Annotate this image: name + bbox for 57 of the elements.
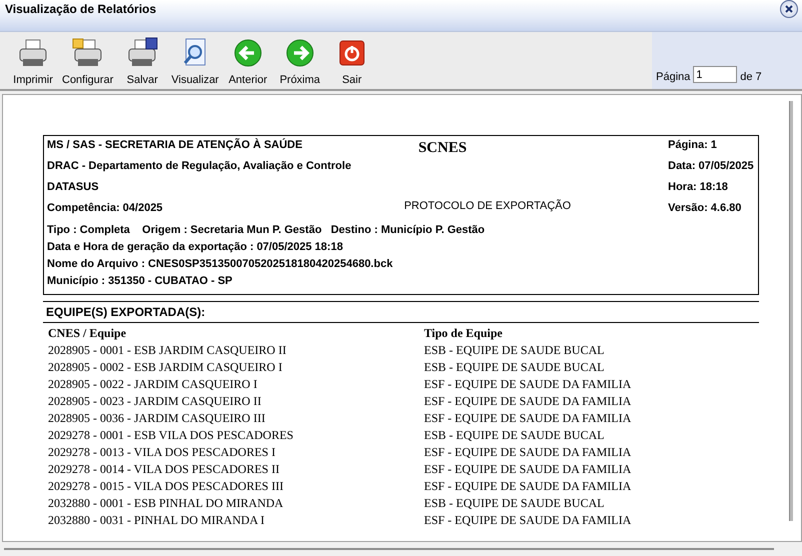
close-icon bbox=[785, 5, 793, 13]
table-cell-text: 2028905 - 0023 - JARDIM CASQUEIRO II bbox=[48, 393, 262, 410]
table-cell-text: ESF - EQUIPE DE SAUDE DA FAMILIA bbox=[424, 444, 632, 461]
page-label: Página bbox=[656, 71, 690, 83]
printer-disk-icon bbox=[126, 37, 158, 69]
printer-icon bbox=[17, 37, 49, 69]
toolbar-button[interactable]: Anterior bbox=[222, 37, 274, 89]
column-header: CNES / Equipe bbox=[48, 325, 128, 342]
table-cell-text: 2028905 - 0036 - JARDIM CASQUEIRO III bbox=[48, 410, 266, 427]
page-number-field[interactable]: 1 bbox=[693, 66, 738, 83]
header-text: Data: 07/05/2025 bbox=[668, 159, 754, 174]
header-text: Versão: 4.6.80 bbox=[668, 201, 742, 216]
detail-text: Tipo : Completa Origem : Secretaria Mun P. Gestão Destino : Município P. Gestão bbox=[47, 223, 486, 238]
column-header: Tipo de Equipe bbox=[424, 325, 504, 342]
toolbar-button[interactable]: Próxima bbox=[274, 37, 326, 89]
table-cell-text: ESF - EQUIPE DE SAUDE DA FAMILIA bbox=[424, 410, 632, 427]
table-cell-text: 2029278 - 0015 - VILA DOS PESCADORES III bbox=[48, 478, 284, 495]
section-heading: EQUIPE(S) EXPORTADA(S): bbox=[43, 301, 759, 323]
table-cell-text: ESB - EQUIPE DE SAUDE BUCAL bbox=[424, 495, 606, 512]
table-cell-text: ESB - EQUIPE DE SAUDE BUCAL bbox=[424, 427, 606, 444]
horizontal-scrollbar[interactable] bbox=[4, 548, 774, 550]
toolbar-button[interactable]: Visualizar bbox=[168, 37, 222, 89]
page-total: de 7 bbox=[740, 71, 762, 83]
table-cell-text: ESB - EQUIPE DE SAUDE BUCAL bbox=[424, 342, 606, 359]
table-cell-text: 2028905 - 0001 - ESB JARDIM CASQUEIRO II bbox=[48, 342, 288, 359]
table-cell-text: ESF - EQUIPE DE SAUDE DA FAMILIA bbox=[424, 376, 632, 393]
header-text: MS / SAS - SECRETARIA DE ATENÇÃO À SAÚDE bbox=[47, 138, 304, 153]
header-text: DATASUS bbox=[47, 180, 100, 195]
toolbar-button[interactable]: Salvar bbox=[116, 37, 168, 89]
toolbar-button[interactable]: Sair bbox=[326, 37, 378, 89]
table-cell-text: 2029278 - 0014 - VILA DOS PESCADORES II bbox=[48, 461, 280, 478]
table-cell-text: ESF - EQUIPE DE SAUDE DA FAMILIA bbox=[424, 478, 632, 495]
header-text: DRAC - Departamento de Regulação, Avaliação e Controle bbox=[47, 159, 352, 174]
table-cell-text: ESF - EQUIPE DE SAUDE DA FAMILIA bbox=[424, 461, 632, 478]
detail-text: Data e Hora de geração da exportação : 07/05/2025 18:18 bbox=[47, 240, 344, 255]
window-title: Visualização de Relatórios bbox=[5, 2, 156, 16]
close-button[interactable] bbox=[780, 0, 798, 18]
header-text: Competência: 04/2025 bbox=[47, 201, 164, 216]
table-cell-text: 2032880 - 0031 - PINHAL DO MIRANDA I bbox=[48, 512, 266, 529]
detail-text: Município : 351350 - CUBATAO - SP bbox=[47, 274, 234, 289]
scrollbar[interactable] bbox=[789, 101, 793, 521]
table-cell-text: ESB - EQUIPE DE SAUDE BUCAL bbox=[424, 359, 606, 376]
table-cell-text: 2032880 - 0001 - ESB PINHAL DO MIRANDA bbox=[48, 495, 284, 512]
header-text: Hora: 18:18 bbox=[668, 180, 729, 195]
table-cell-text: 2029278 - 0013 - VILA DOS PESCADORES I bbox=[48, 444, 276, 461]
header-text: Página: 1 bbox=[668, 138, 718, 153]
detail-text: Nome do Arquivo : CNES0SP3513500705202518180420254680.bck bbox=[47, 257, 394, 272]
report-title: SCNES bbox=[418, 140, 467, 157]
toolbar-button[interactable]: Imprimir bbox=[7, 37, 59, 89]
printer-folder-icon bbox=[72, 37, 104, 69]
table-cell-text: ESF - EQUIPE DE SAUDE DA FAMILIA bbox=[424, 393, 632, 410]
table-cell-text: 2028905 - 0002 - ESB JARDIM CASQUEIRO I bbox=[48, 359, 284, 376]
table-cell-text: ESF - EQUIPE DE SAUDE DA FAMILIA bbox=[424, 512, 632, 529]
table-cell-text: 2028905 - 0022 - JARDIM CASQUEIRO I bbox=[48, 376, 258, 393]
table-cell-text: 2029278 - 0001 - ESB VILA DOS PESCADORES bbox=[48, 427, 294, 444]
report-subtitle: PROTOCOLO DE EXPORTAÇÃO bbox=[404, 200, 571, 212]
toolbar-button[interactable]: Configurar bbox=[59, 37, 116, 89]
